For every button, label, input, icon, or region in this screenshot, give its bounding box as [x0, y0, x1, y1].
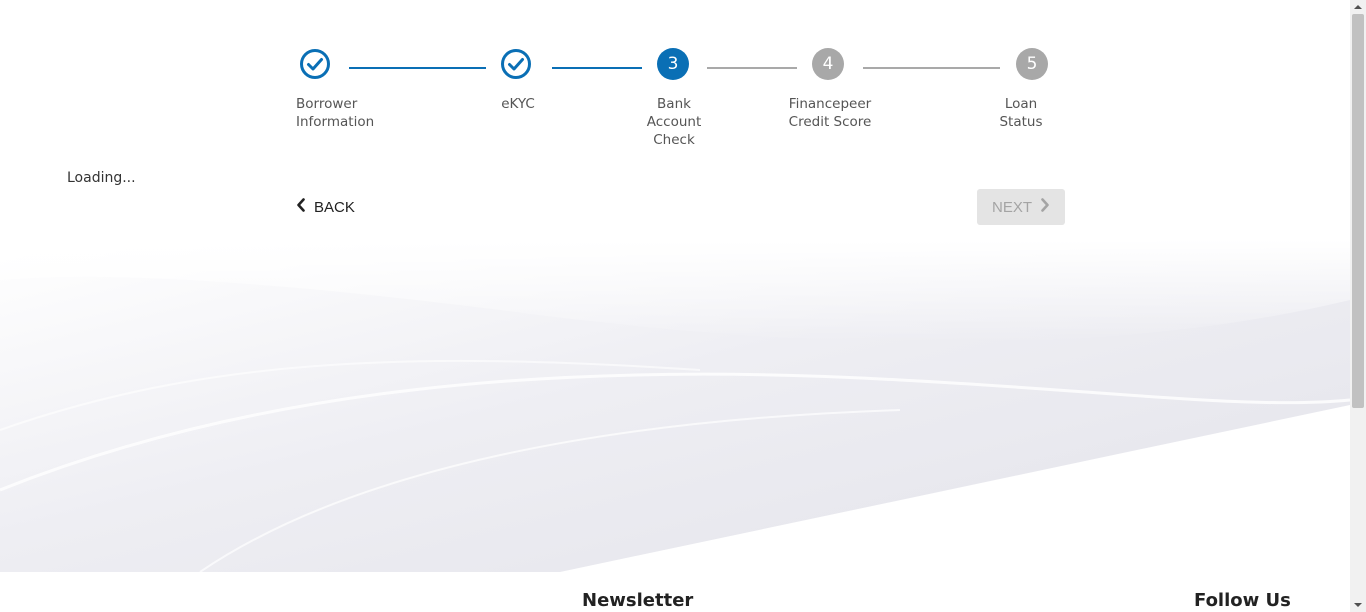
step-2-label: eKYC — [501, 96, 535, 112]
page: 3 4 5 Borrower Information eKYC Bank Acc… — [0, 0, 1350, 612]
next-button[interactable]: NEXT — [977, 189, 1065, 225]
step-1-label: Borrower Information — [296, 96, 375, 130]
step-3-number: 3 — [657, 48, 689, 80]
next-button-label: NEXT — [991, 198, 1032, 216]
follow-us-heading: Follow Us — [1194, 590, 1291, 611]
step-5-number: 5 — [1016, 48, 1048, 80]
step-3-label: Bank Account Check — [646, 96, 702, 148]
step-connector-3 — [707, 67, 797, 69]
back-button-label: BACK — [314, 198, 355, 216]
step-connector-1 — [349, 67, 486, 69]
background-wave-decoration — [0, 240, 1350, 572]
scroll-up-arrow-icon[interactable] — [1350, 0, 1366, 14]
step-4-label: Financepeer Credit Score — [788, 96, 872, 130]
vertical-scrollbar[interactable] — [1350, 0, 1366, 612]
step-1-check-icon — [299, 48, 331, 80]
progress-stepper: 3 4 5 Borrower Information eKYC Bank Acc… — [0, 0, 1350, 160]
step-4-number: 4 — [812, 48, 844, 80]
scroll-down-arrow-icon[interactable] — [1350, 598, 1366, 612]
loading-text: Loading... — [67, 170, 136, 186]
scrollbar-thumb[interactable] — [1352, 14, 1364, 408]
step-2-check-icon — [500, 48, 532, 80]
step-connector-2 — [552, 67, 642, 69]
newsletter-heading: Newsletter — [582, 590, 694, 611]
step-5-label: Loan Status — [999, 96, 1043, 130]
back-button[interactable]: BACK — [296, 196, 355, 218]
chevron-left-icon — [296, 198, 306, 216]
chevron-right-icon — [1040, 198, 1050, 216]
step-connector-4 — [863, 67, 1000, 69]
